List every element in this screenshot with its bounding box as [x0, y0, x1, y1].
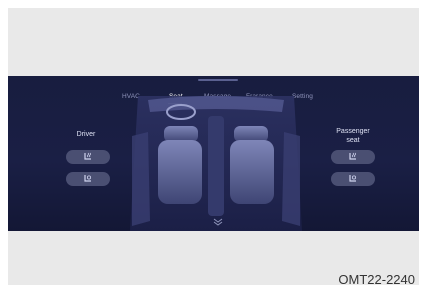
seat-ventilation-icon: [84, 175, 92, 182]
passenger-label-line2: seat: [346, 137, 360, 144]
passenger-label-line1: Passenger: [336, 128, 370, 135]
driver-label: Driver: [76, 131, 96, 138]
passenger-seat-heating-button[interactable]: [331, 150, 375, 164]
car-interior-illustration: [130, 96, 302, 231]
passenger-seat-ventilation-button[interactable]: [331, 172, 375, 186]
figure-caption: OMT22-2240: [338, 272, 415, 287]
chevron-down-icon[interactable]: [213, 218, 223, 226]
seat-heating-icon: [84, 152, 91, 160]
seat-ventilation-icon: [349, 175, 357, 182]
seat-heating-icon: [349, 152, 356, 160]
driver-seat-ventilation-button[interactable]: [66, 172, 110, 186]
driver-seat-heating-button[interactable]: [66, 150, 110, 164]
drag-handle[interactable]: [198, 79, 238, 81]
climate-seat-screen: HVAC Seat Massage Frarance Setting: [8, 76, 419, 231]
